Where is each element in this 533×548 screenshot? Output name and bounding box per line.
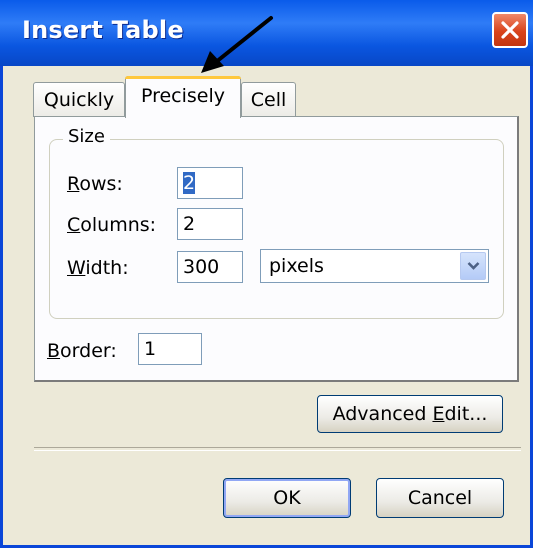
width-unit-value: pixels: [269, 255, 324, 277]
dialog-separator: [34, 447, 521, 451]
columns-label: Columns:: [67, 214, 157, 236]
tab-panel-precisely: Size Rows: 2 Columns: 2 Width: 300 pixel…: [34, 116, 519, 382]
dialog-title: Insert Table: [22, 16, 184, 44]
dropdown-arrow-button[interactable]: [460, 252, 486, 280]
rows-input[interactable]: 2: [177, 167, 243, 199]
width-unit-select[interactable]: pixels: [260, 249, 489, 283]
tab-quickly[interactable]: Quickly: [33, 82, 125, 117]
ok-button[interactable]: OK: [223, 478, 351, 518]
advanced-edit-button[interactable]: Advanced Edit...: [317, 395, 503, 433]
cancel-button[interactable]: Cancel: [376, 478, 504, 518]
insert-table-dialog: Insert Table Quickly Precisely Cell Size…: [0, 0, 533, 548]
rows-label: Rows:: [67, 173, 123, 195]
size-group-legend: Size: [63, 126, 110, 147]
columns-input[interactable]: 2: [177, 208, 243, 240]
tab-active-accent: [125, 76, 241, 79]
tab-cell[interactable]: Cell: [241, 82, 296, 117]
width-label: Width:: [67, 257, 129, 279]
border-label: Border:: [47, 340, 117, 362]
width-input[interactable]: 300: [177, 251, 243, 283]
title-bar[interactable]: Insert Table: [0, 0, 533, 66]
border-input[interactable]: 1: [138, 333, 202, 365]
tab-precisely[interactable]: Precisely: [125, 76, 241, 118]
close-icon: [501, 21, 519, 39]
close-button[interactable]: [492, 12, 528, 48]
chevron-down-icon: [467, 262, 480, 270]
